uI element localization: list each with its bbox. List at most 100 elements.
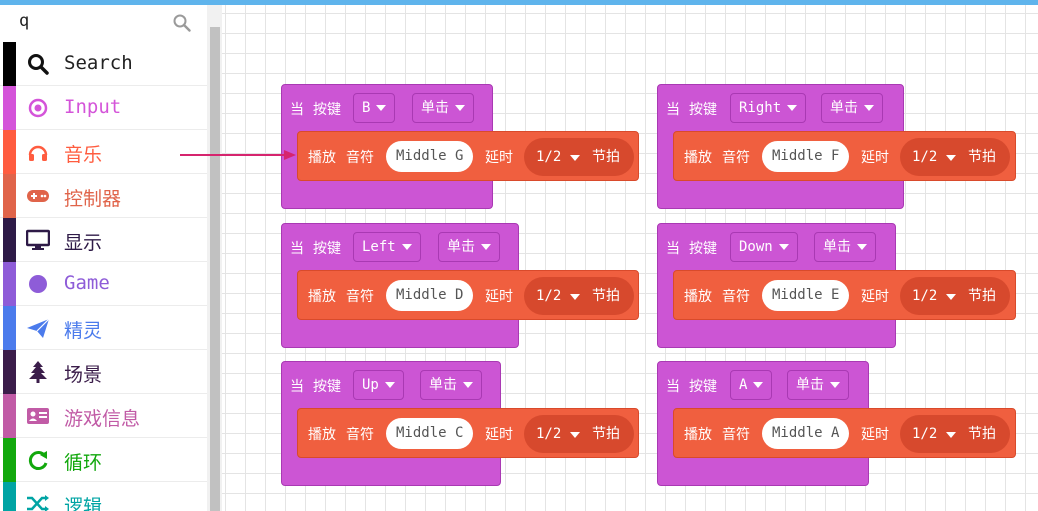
category-label: 精灵: [64, 320, 103, 342]
button-label: 按键: [313, 241, 341, 257]
category-display[interactable]: 显示: [0, 218, 207, 262]
button-action-dropdown[interactable]: 单击: [412, 93, 474, 123]
beat-unit-label: 节拍: [592, 288, 620, 304]
category-label: 控制器: [64, 188, 122, 210]
play-tone-block[interactable]: 播放 音符 Middle F 延时 1/2 节拍: [673, 131, 1016, 181]
category-color-bar: [3, 482, 16, 511]
button-key-dropdown[interactable]: B: [353, 93, 396, 123]
button-action-value: 单击: [830, 100, 858, 116]
on-button-event-block[interactable]: 当 按键 A 单击 播放 音符 Middle A 延时 1/2 节拍: [657, 361, 1016, 486]
blocks-workspace[interactable]: 当 按键 B 单击 播放 音符 Middle G 延时 1/2 节拍 当 按键 …: [222, 5, 1038, 511]
beat-dropdown[interactable]: 1/2 节拍: [900, 277, 1010, 315]
category-game-info[interactable]: 游戏信息: [0, 394, 207, 438]
category-search[interactable]: Search: [0, 42, 207, 86]
on-button-event-block[interactable]: 当 按键 B 单击 播放 音符 Middle G 延时 1/2 节拍: [281, 84, 639, 209]
category-game[interactable]: Game: [0, 262, 207, 306]
search-query[interactable]: q: [19, 11, 29, 31]
button-key-dropdown[interactable]: Down: [730, 232, 798, 262]
category-input[interactable]: Input: [0, 86, 207, 130]
button-action-value: 单击: [447, 239, 475, 255]
button-action-dropdown[interactable]: 单击: [821, 93, 883, 123]
chevron-down-icon: [570, 155, 580, 161]
beat-dropdown[interactable]: 1/2 节拍: [900, 138, 1010, 176]
category-logic[interactable]: 逻辑: [0, 482, 207, 511]
beat-unit-label: 节拍: [592, 426, 620, 442]
play-tone-block[interactable]: 播放 音符 Middle A 延时 1/2 节拍: [673, 408, 1016, 458]
play-label: 播放: [308, 150, 336, 166]
play-tone-block[interactable]: 播放 音符 Middle D 延时 1/2 节拍: [297, 270, 639, 320]
button-action-value: 单击: [796, 377, 824, 393]
chevron-down-icon: [946, 294, 956, 300]
button-key-dropdown[interactable]: Left: [353, 232, 421, 262]
toolbox-sidebar: Search Input 音乐 控制器 显示 Game 精灵 场景 游戏信息 循…: [0, 42, 207, 511]
when-label: 当: [290, 379, 304, 395]
on-button-event-block[interactable]: 当 按键 Down 单击 播放 音符 Middle E 延时 1/2 节拍: [657, 223, 1016, 348]
on-button-event-block[interactable]: 当 按键 Up 单击 播放 音符 Middle C 延时 1/2 节拍: [281, 361, 639, 486]
button-action-dropdown[interactable]: 单击: [438, 232, 500, 262]
note-value-field[interactable]: Middle C: [386, 418, 474, 449]
chevron-down-icon: [570, 432, 580, 438]
note-label: 音符: [722, 427, 750, 443]
id-card-icon: [27, 408, 49, 424]
beat-unit-label: 节拍: [968, 149, 996, 165]
play-tone-block[interactable]: 播放 音符 Middle E 延时 1/2 节拍: [673, 270, 1016, 320]
beat-dropdown[interactable]: 1/2 节拍: [524, 138, 634, 176]
category-color-bar: [3, 42, 16, 86]
category-scene[interactable]: 场景: [0, 350, 207, 394]
category-color-bar: [3, 86, 16, 130]
note-value-field[interactable]: Middle G: [386, 141, 474, 172]
category-loops[interactable]: 循环: [0, 438, 207, 482]
on-button-event-block[interactable]: 当 按键 Right 单击 播放 音符 Middle F 延时 1/2 节拍: [657, 84, 1016, 209]
button-key-dropdown[interactable]: A: [730, 370, 773, 400]
category-color-bar: [3, 218, 16, 262]
button-key-value: Right: [739, 100, 782, 116]
button-key-dropdown[interactable]: Up: [353, 370, 404, 400]
note-value-field[interactable]: Middle D: [386, 280, 474, 311]
button-action-dropdown[interactable]: 单击: [787, 370, 849, 400]
play-tone-block[interactable]: 播放 音符 Middle C 延时 1/2 节拍: [297, 408, 639, 458]
note-value-field[interactable]: Middle E: [762, 280, 850, 311]
chevron-down-icon: [570, 294, 580, 300]
category-controller[interactable]: 控制器: [0, 174, 207, 218]
beat-dropdown[interactable]: 1/2 节拍: [524, 277, 634, 315]
category-label: 游戏信息: [64, 408, 141, 430]
pointer-arrow-icon: [180, 150, 296, 160]
note-value-field[interactable]: Middle A: [762, 418, 850, 449]
play-tone-block[interactable]: 播放 音符 Middle G 延时 1/2 节拍: [297, 131, 639, 181]
search-icon: [28, 54, 49, 75]
chevron-down-icon: [481, 244, 491, 250]
beat-unit-label: 节拍: [968, 426, 996, 442]
button-action-dropdown[interactable]: 单击: [420, 370, 482, 400]
when-label: 当: [290, 102, 304, 118]
toolbox-search-input[interactable]: q: [0, 5, 206, 42]
play-label: 播放: [308, 427, 336, 443]
button-key-dropdown[interactable]: Right: [730, 93, 807, 123]
beat-dropdown[interactable]: 1/2 节拍: [524, 415, 634, 453]
category-music[interactable]: 音乐: [0, 130, 207, 174]
button-label: 按键: [689, 102, 717, 118]
when-label: 当: [666, 241, 680, 257]
chevron-down-icon: [455, 105, 465, 111]
delay-label: 延时: [485, 150, 513, 166]
button-key-value: B: [362, 100, 371, 116]
category-color-bar: [3, 306, 16, 350]
on-button-event-block[interactable]: 当 按键 Left 单击 播放 音符 Middle D 延时 1/2 节拍: [281, 223, 639, 348]
category-label: Input: [64, 96, 122, 118]
category-label: Game: [64, 272, 110, 294]
button-action-dropdown[interactable]: 单击: [814, 232, 876, 262]
chevron-down-icon: [946, 155, 956, 161]
category-label: Search: [64, 52, 133, 74]
note-label: 音符: [346, 150, 374, 166]
play-label: 播放: [684, 427, 712, 443]
search-icon[interactable]: [173, 14, 191, 32]
delay-label: 延时: [861, 289, 889, 305]
shuffle-icon: [27, 495, 49, 511]
chevron-down-icon: [463, 382, 473, 388]
button-label: 按键: [313, 379, 341, 395]
sidebar-scrollbar-thumb[interactable]: [210, 27, 220, 511]
note-value-field[interactable]: Middle F: [762, 141, 850, 172]
beat-dropdown[interactable]: 1/2 节拍: [900, 415, 1010, 453]
category-sprites[interactable]: 精灵: [0, 306, 207, 350]
chevron-down-icon: [753, 382, 764, 388]
category-label: 逻辑: [64, 496, 103, 511]
